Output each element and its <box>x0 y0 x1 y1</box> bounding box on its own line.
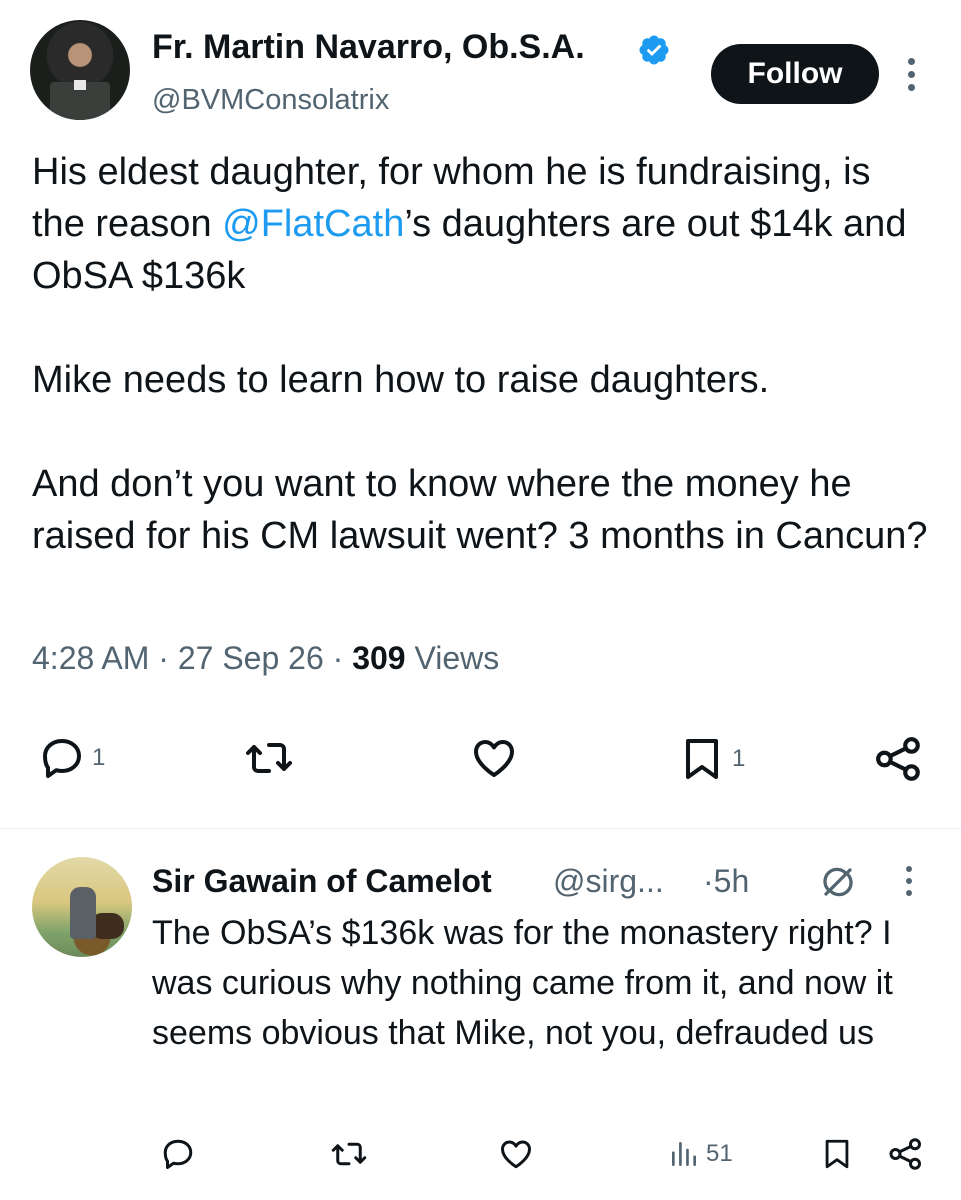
reply-retweet-button[interactable] <box>330 1136 368 1172</box>
reply-timestamp[interactable]: ·5h <box>703 863 749 900</box>
retweet-icon <box>246 743 292 773</box>
more-icon[interactable] <box>899 58 923 94</box>
reply-author-handle[interactable]: @sirg... <box>553 863 664 900</box>
author-handle[interactable]: @BVMConsolatrix <box>152 84 389 117</box>
reply-icon <box>43 739 81 778</box>
views-label: Views <box>414 640 500 676</box>
reply-bookmark-button[interactable] <box>820 1136 854 1172</box>
mention-link[interactable]: @FlatCath <box>222 203 404 245</box>
reply-button[interactable]: 1 <box>38 734 105 782</box>
views-icon <box>672 1142 696 1166</box>
share-icon <box>876 737 920 781</box>
tweet-text: His eldest daughter, for whom he is fund… <box>32 146 932 562</box>
tweet-date[interactable]: 27 Sep 26 <box>178 640 324 676</box>
tweet-paragraph-3: And don’t you want to know where the mon… <box>32 463 928 557</box>
bookmark-icon <box>825 1139 849 1169</box>
like-icon <box>474 740 514 777</box>
reply-views-button[interactable]: 51 <box>668 1136 733 1172</box>
reply-author-avatar[interactable] <box>32 857 132 957</box>
tweet-meta: 4:28 AM · 27 Sep 26 · 309 Views <box>32 640 500 676</box>
reply-reply-button[interactable] <box>160 1136 196 1172</box>
reply-icon <box>163 1139 193 1169</box>
reply-count: 1 <box>92 744 106 771</box>
share-icon <box>889 1138 921 1170</box>
bookmark-button[interactable]: 1 <box>678 734 745 784</box>
reply-more-icon[interactable] <box>897 866 921 902</box>
like-icon <box>501 1140 531 1169</box>
reply-author-name[interactable]: Sir Gawain of Camelot <box>152 863 492 900</box>
follow-button[interactable]: Follow <box>711 44 879 104</box>
retweet-button[interactable] <box>244 734 294 782</box>
reply-views-count: 51 <box>706 1140 733 1167</box>
grok-icon[interactable] <box>820 864 856 900</box>
author-name[interactable]: Fr. Martin Navarro, Ob.S.A. <box>152 28 585 67</box>
reply-like-button[interactable] <box>497 1136 535 1172</box>
verified-badge-icon <box>639 35 669 65</box>
author-avatar[interactable] <box>30 20 130 120</box>
bookmark-icon <box>686 739 718 779</box>
views-count: 309 <box>352 640 406 676</box>
reply-text: The ObSA’s $136k was for the monastery r… <box>152 914 893 1052</box>
tweet-time[interactable]: 4:28 AM <box>32 640 149 676</box>
divider <box>0 828 961 829</box>
retweet-icon <box>331 1142 367 1166</box>
tweet-paragraph-2: Mike needs to learn how to raise daughte… <box>32 359 770 401</box>
bookmark-count: 1 <box>732 745 746 772</box>
reply-share-button[interactable] <box>888 1136 924 1172</box>
like-button[interactable] <box>468 734 520 782</box>
tweet-paragraph-1: His eldest daughter, for whom he is fund… <box>32 151 907 297</box>
share-button[interactable] <box>874 734 924 784</box>
